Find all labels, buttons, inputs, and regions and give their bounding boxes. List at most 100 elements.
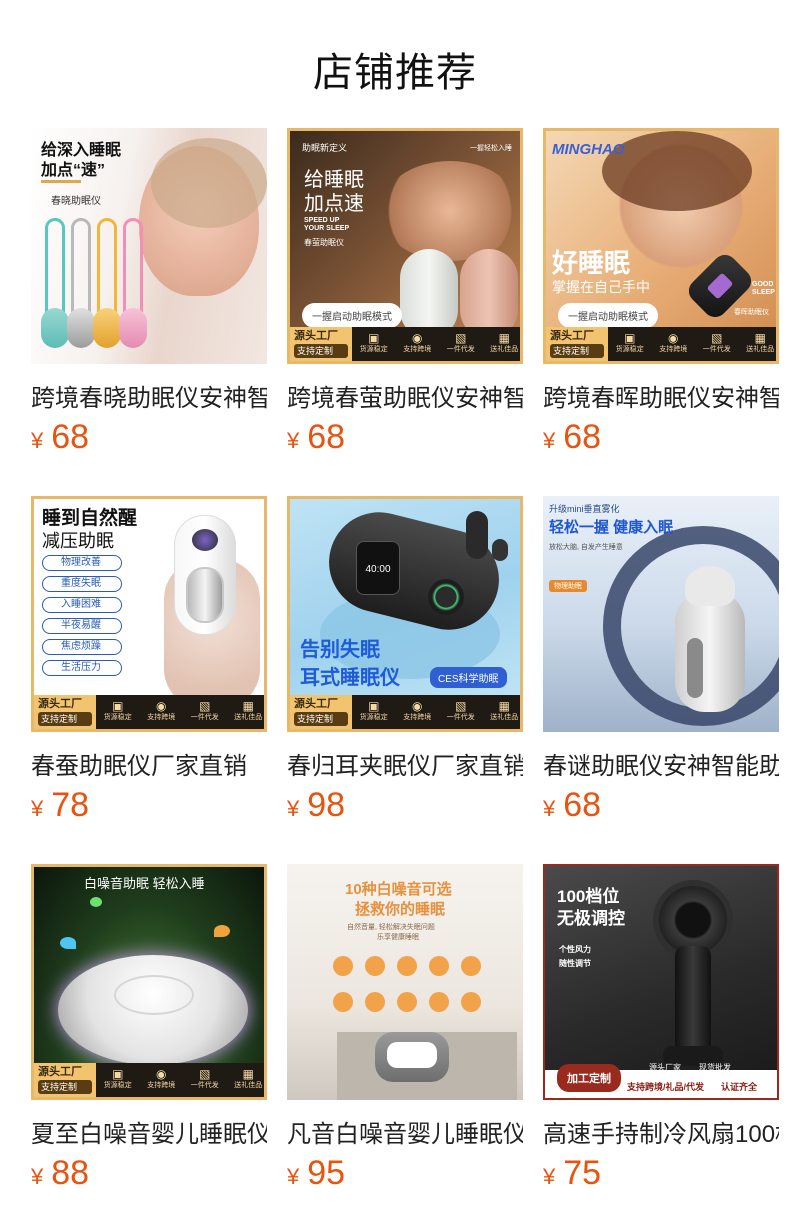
badge-line2: 支持定制 [294, 344, 348, 358]
product-price: ¥88 [31, 1154, 89, 1193]
price-value: 68 [563, 418, 602, 456]
factory-badge-bar: 源头工厂 支持定制 ▣ 货源稳定 ◉ 支持跨境 ▧ 一件代发 ▦ 送礼佳品 [34, 695, 264, 729]
truck-icon: ▧ 一件代发 [190, 1067, 219, 1089]
globe-icon: ◉ 支持跨境 [147, 699, 176, 721]
gift-icon: ▦ 送礼佳品 [234, 699, 263, 721]
product-image[interactable]: 40:00 告别失眠 耳式睡眠仪 CES科学助眠 源头工厂 支持定制 ▣ 货源稳定 … [287, 496, 523, 732]
badge-icon-label: 支持跨境 [403, 346, 432, 353]
overlay-text: 认证齐全 [721, 1082, 758, 1092]
product-name[interactable]: 高速手持制冷风扇100档位 [543, 1114, 779, 1149]
badge-icon-label: 送礼佳品 [234, 1082, 263, 1089]
badge-icon-label: 支持跨境 [147, 714, 176, 721]
currency-symbol: ¥ [287, 1164, 300, 1189]
truck-icon: ▧ 一件代发 [446, 331, 475, 353]
product-price: ¥95 [287, 1154, 345, 1193]
product-name[interactable]: 夏至白噪音婴儿睡眠仪 [31, 1114, 267, 1149]
overlay-text: 减压助眠 [42, 531, 114, 551]
gift-icon: ▦ 送礼佳品 [746, 331, 775, 353]
badge-icon-label: 送礼佳品 [490, 714, 519, 721]
box-icon: ▣ 货源稳定 [103, 1067, 132, 1089]
globe-icon: ◉ 支持跨境 [403, 331, 432, 353]
badge-icon-label: 支持跨境 [147, 1082, 176, 1089]
badge-line2: 支持定制 [38, 712, 92, 726]
product-name[interactable]: 春归耳夹眠仪厂家直销 [287, 746, 523, 781]
overlay-text: 春萤助眠仪 [304, 238, 344, 247]
symptom-tag: 焦虑烦躁 [42, 639, 122, 655]
symptom-tag: 重度失眠 [42, 576, 122, 592]
currency-symbol: ¥ [543, 428, 556, 453]
truck-icon: ▧ 一件代发 [190, 699, 219, 721]
product-image[interactable]: 升级mini垂直雾化 轻松一握 健康入眠 放松大脑, 自发产生睡意 物理助眠 [543, 496, 779, 732]
overlay-text: 拯救你的睡眠 [355, 901, 446, 918]
product-price: ¥78 [31, 786, 89, 825]
page-title: 店铺推荐 [313, 51, 477, 95]
box-icon: ▣ 货源稳定 [359, 699, 388, 721]
price-value: 68 [51, 418, 90, 456]
product-image[interactable]: 睡到自然醒 减压助眠 物理改善 重度失眠 入睡困难 半夜易醒 焦虑烦躁 生活压力… [31, 496, 267, 732]
overlay-text: 自然音量, 轻松解决失眠问题 [347, 924, 435, 931]
currency-symbol: ¥ [287, 428, 300, 453]
product-price: ¥68 [31, 418, 89, 457]
product-name[interactable]: 春谜助眠仪安神智能助眠 [543, 746, 779, 781]
overlay-text: 掌握在自己手中 [552, 279, 650, 295]
product-price: ¥98 [287, 786, 345, 825]
badge-line1: 源头工厂 [38, 698, 82, 710]
overlay-text: SPEED UP [304, 217, 340, 224]
price-value: 68 [307, 418, 346, 456]
overlay-badge: 物理助眠 [549, 580, 587, 592]
overlay-badge: CES科学助眠 [430, 667, 507, 688]
badge-icon-label: 支持跨境 [403, 714, 432, 721]
overlay-text: 睡到自然醒 [42, 508, 138, 529]
factory-badge: 源头工厂 支持定制 [34, 695, 96, 729]
overlay-text: 加点速 [304, 193, 364, 215]
factory-badge: 源头工厂 支持定制 [290, 695, 352, 729]
product-price: ¥68 [543, 418, 601, 457]
badge-icon-label: 货源稳定 [103, 1082, 132, 1089]
product-image[interactable]: 10种白噪音可选 拯救你的睡眠 自然音量, 轻松解决失眠问题 乐享健康睡眠 [287, 864, 523, 1100]
price-value: 88 [51, 1154, 90, 1192]
product-image[interactable]: MINGHAO 好睡眠 掌握在自己手中 GOOD SLEEP 春晖助眠仪 一握启… [543, 128, 779, 364]
overlay-text: GOOD [752, 281, 774, 288]
overlay-text: YOUR SLEEP [304, 225, 350, 232]
currency-symbol: ¥ [31, 796, 44, 821]
badge-icon-label: 货源稳定 [359, 346, 388, 353]
overlay-text: 支持跨境/礼品/代发 [627, 1082, 705, 1092]
overlay-text: 轻松一握 健康入眠 [549, 519, 674, 536]
overlay-text: 春晖助眠仪 [734, 309, 769, 316]
globe-icon: ◉ 支持跨境 [659, 331, 688, 353]
overlay-text: 无极调控 [557, 909, 625, 928]
overlay-text: 耳式睡眠仪 [300, 667, 400, 689]
brand-logo: MINGHAO [552, 141, 625, 158]
product-name[interactable]: 凡音白噪音婴儿睡眠仪 [287, 1114, 523, 1149]
product-name[interactable]: 跨境春萤助眠仪安神智能 [287, 378, 523, 413]
product-image[interactable]: 助眠新定义 一握轻松入睡 给睡眠 加点速 SPEED UP YOUR SLEEP… [287, 128, 523, 364]
product-price: ¥68 [543, 786, 601, 825]
product-image[interactable]: 白噪音助眠 轻松入睡 源头工厂 支持定制 ▣ 货源稳定 ◉ 支持跨境 ▧ 一件代发 ▦ 送… [31, 864, 267, 1100]
sound-icon-grid [333, 956, 483, 1018]
overlay-text: 白噪音助眠 轻松入睡 [84, 876, 205, 891]
badge-line1: 源头工厂 [294, 330, 338, 342]
badge-icon-label: 一件代发 [702, 346, 731, 353]
factory-badge: 源头工厂 支持定制 [546, 327, 608, 361]
symptom-tag: 物理改善 [42, 555, 122, 571]
overlay-text: 一握轻松入睡 [470, 145, 512, 152]
price-value: 98 [307, 786, 346, 824]
badge-icon-label: 一件代发 [446, 714, 475, 721]
overlay-text: 升级mini垂直雾化 [549, 504, 620, 514]
product-name[interactable]: 跨境春晓助眠仪安神智能 [31, 378, 267, 413]
product-image[interactable]: 100档位 无极调控 个性风力 随性调节 源头厂家 现货批发 加工定制 支持跨境… [543, 864, 779, 1100]
badge-icon-label: 货源稳定 [359, 714, 388, 721]
currency-symbol: ¥ [543, 1164, 556, 1189]
device-screen: 40:00 [356, 541, 400, 595]
product-name[interactable]: 跨境春晖助眠仪安神智能 [543, 378, 779, 413]
overlay-text: 随性调节 [559, 959, 591, 968]
factory-badge-bar: 源头工厂 支持定制 ▣ 货源稳定 ◉ 支持跨境 ▧ 一件代发 ▦ 送礼佳品 [290, 695, 520, 729]
badge-icon-label: 送礼佳品 [746, 346, 775, 353]
price-value: 68 [563, 786, 602, 824]
overlay-text: 助眠新定义 [302, 143, 348, 153]
gift-icon: ▦ 送礼佳品 [490, 331, 519, 353]
product-image[interactable]: 给深入睡眠 加点“速” 春晓助眠仪 [31, 128, 267, 364]
badge-icon-label: 一件代发 [190, 1082, 219, 1089]
badge-line2: 支持定制 [550, 344, 604, 358]
product-name[interactable]: 春蚕助眠仪厂家直销 [31, 746, 267, 781]
